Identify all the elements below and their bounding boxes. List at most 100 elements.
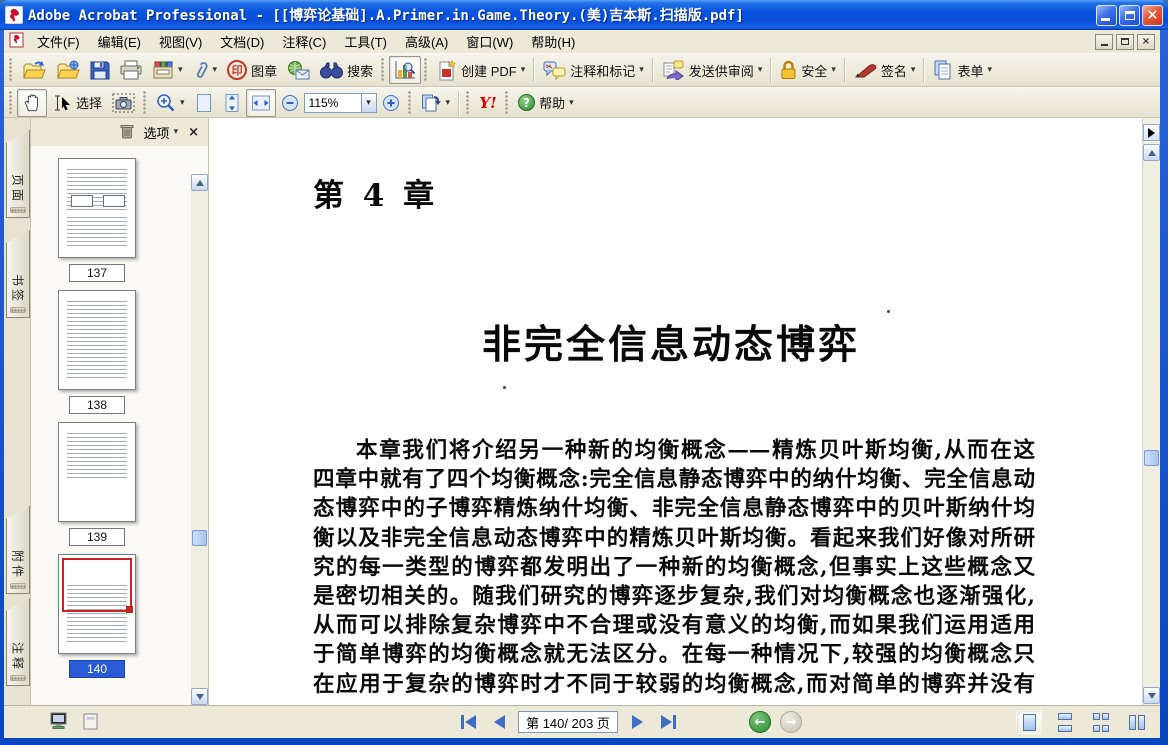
document-page[interactable]: 第 4 章 非完全信息动态博弈 本章我们将介绍另一种新的均衡概念——精炼贝叶斯均…	[209, 118, 1142, 705]
layout-continuous-button[interactable]	[1052, 710, 1078, 734]
minimize-button[interactable]	[1096, 4, 1117, 26]
sign-button[interactable]: 签名 ▾	[849, 56, 921, 84]
open-button[interactable]	[17, 56, 51, 84]
tab-comments[interactable]: 注释	[6, 598, 30, 686]
tab-bookmarks[interactable]: 书签	[6, 230, 30, 318]
page-number-label-139[interactable]: 139	[69, 528, 125, 546]
save-button[interactable]	[85, 56, 115, 84]
howto-pane-toggle-button[interactable]	[1143, 124, 1160, 141]
acrobat-logo-icon[interactable]	[4, 5, 24, 25]
send-for-review-button[interactable]: 发送供审阅 ▾	[657, 56, 768, 84]
actual-size-button[interactable]	[190, 89, 218, 117]
create-pdf-button[interactable]: 创建 PDF ▾	[432, 56, 530, 84]
toolbar-grip[interactable]	[381, 58, 387, 82]
page-number-field[interactable]	[518, 711, 618, 733]
zoom-out-button[interactable]	[276, 89, 304, 117]
fit-page-button[interactable]	[218, 89, 246, 117]
toolbar-grip[interactable]	[9, 58, 14, 82]
fit-width-button[interactable]	[245, 88, 276, 117]
dropdown-arrow-icon: ▾	[173, 127, 179, 137]
hand-tool-button[interactable]	[17, 88, 47, 117]
stamp-button[interactable]: 印 图章	[222, 56, 282, 84]
toolbar-grip[interactable]	[407, 90, 413, 115]
close-button[interactable]: ×	[1142, 4, 1163, 26]
menu-item-file[interactable]: 文件(F)	[28, 29, 89, 54]
last-page-button[interactable]	[656, 710, 680, 734]
document-scrollbar[interactable]	[1142, 118, 1160, 705]
page-size-button[interactable]	[83, 713, 98, 733]
doc-minimize-button[interactable]	[1095, 33, 1113, 50]
menu-item-view[interactable]: 视图(V)	[150, 29, 211, 54]
fullscreen-view-button[interactable]	[50, 712, 67, 733]
menu-item-tools[interactable]: 工具(T)	[335, 29, 396, 54]
doc-scroll-up-button[interactable]	[1143, 144, 1160, 161]
attach-button[interactable]: ▾	[188, 56, 223, 84]
select-tool-button[interactable]: 选择	[47, 89, 107, 117]
thumbnail-scrollbar[interactable]	[191, 174, 208, 705]
doc-restore-button[interactable]	[1116, 33, 1134, 50]
menu-item-help[interactable]: 帮助(H)	[522, 29, 584, 54]
page-thumbnail-139[interactable]	[58, 422, 136, 522]
layout-facing-button[interactable]	[1124, 710, 1150, 734]
menu-item-edit[interactable]: 编辑(E)	[89, 29, 150, 54]
menu-item-advanced[interactable]: 高级(A)	[396, 29, 457, 54]
print-button[interactable]	[115, 56, 147, 84]
scroll-down-button[interactable]	[191, 688, 208, 705]
doc-close-button[interactable]: ×	[1137, 33, 1155, 50]
doc-scroll-down-button[interactable]	[1143, 687, 1160, 704]
toolbar-grip[interactable]	[424, 58, 430, 82]
menu-item-document[interactable]: 文档(D)	[211, 29, 273, 54]
pdf-document-icon[interactable]	[9, 32, 24, 51]
zoom-level-dropdown-button[interactable]: ▾	[361, 92, 377, 113]
tab-attachments[interactable]: 附件	[6, 506, 30, 594]
menu-item-window[interactable]: 窗口(W)	[457, 29, 522, 54]
body-line: 四章中就有了四个均衡概念:完全信息静态博弈中的纳什均衡、完全信息动	[313, 467, 1035, 493]
help-button[interactable]: ? 帮助 ▾	[513, 89, 579, 117]
snapshot-tool-button[interactable]	[107, 89, 140, 117]
doc-scroll-thumb[interactable]	[1144, 450, 1159, 466]
toolbar-grip[interactable]	[505, 90, 511, 115]
page-number-label-140[interactable]: 140	[69, 660, 125, 678]
page-number-label-138[interactable]: 138	[69, 396, 125, 414]
toolbar-grip[interactable]	[143, 90, 149, 115]
body-line: 从而可以排除复杂博弈中不合理或没有意义的均衡,而如果我们运用适用	[313, 613, 1035, 639]
page-thumbnail-137[interactable]	[58, 158, 136, 258]
toolbar-grip[interactable]	[466, 90, 472, 115]
organizer-button[interactable]	[51, 56, 85, 84]
page-thumbnail-138[interactable]	[58, 290, 136, 390]
menu-item-comments[interactable]: 注释(C)	[273, 29, 335, 54]
maximize-button[interactable]	[1119, 4, 1140, 26]
zoom-in-button[interactable]	[377, 89, 405, 117]
forms-button[interactable]: 表单 ▾	[928, 56, 997, 84]
tab-pages[interactable]: 页面	[6, 130, 30, 218]
options-menu-button[interactable]: 选项 ▾	[144, 123, 179, 142]
delete-pages-button[interactable]	[120, 123, 134, 142]
first-page-button[interactable]	[456, 710, 480, 734]
prev-page-button[interactable]	[487, 710, 511, 734]
previous-view-button[interactable]: ←	[749, 711, 771, 733]
yahoo-toolbar-button[interactable]: Y!	[474, 89, 502, 117]
layout-continuous-facing-button[interactable]	[1088, 710, 1114, 734]
current-view-rectangle[interactable]	[62, 558, 133, 613]
title-bar[interactable]: Adobe Acrobat Professional - [[博弈论基础].A.…	[0, 0, 1168, 30]
picture-tasks-button[interactable]	[389, 56, 422, 84]
zoom-level-input[interactable]	[303, 92, 362, 113]
doc-minimize-icon	[1100, 44, 1108, 46]
page-number-label-137[interactable]: 137	[69, 264, 125, 282]
search-button[interactable]: 搜索	[315, 56, 378, 84]
layout-single-page-button[interactable]	[1016, 710, 1042, 734]
zoom-in-tool-button[interactable]: ▾	[151, 89, 190, 117]
scroll-up-button[interactable]	[191, 174, 208, 191]
secure-button[interactable]: 安全 ▾	[775, 56, 841, 84]
panel-close-button[interactable]: ×	[188, 125, 199, 140]
comment-markup-button[interactable]: 注释和标记 ▾	[538, 56, 649, 84]
page-display-button[interactable]: ▾	[416, 89, 456, 117]
email-button[interactable]	[282, 56, 315, 84]
page-thumbnail-140[interactable]	[58, 554, 136, 654]
scroll-thumb[interactable]	[192, 530, 207, 546]
next-view-button[interactable]: →	[780, 711, 802, 733]
file-cabinet-button[interactable]: ▾	[147, 56, 188, 84]
next-page-button[interactable]	[625, 710, 649, 734]
printer-icon	[120, 60, 142, 80]
toolbar-grip[interactable]	[9, 90, 14, 115]
